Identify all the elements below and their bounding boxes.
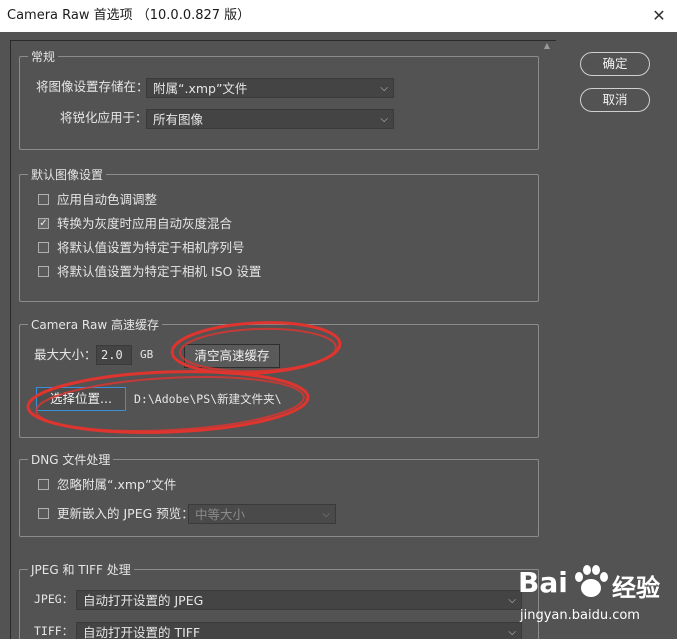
auto-grayscale-checkbox-row[interactable]: ✓ 转换为灰度时应用自动灰度混合	[38, 215, 338, 233]
watermark-url: jingyan.baidu.com	[520, 608, 640, 623]
camera-iso-checkbox-row[interactable]: 将默认值设置为特定于相机 ISO 设置	[38, 263, 338, 281]
purge-cache-button[interactable]: 清空高速缓存	[184, 344, 280, 368]
sharpen-select[interactable]: 所有图像 ⌵	[146, 109, 394, 129]
tiff-value: 自动打开设置的 TIFF	[83, 625, 201, 639]
update-preview-checkbox-row[interactable]: 更新嵌入的 JPEG 预览：	[38, 505, 198, 523]
camera-raw-cache-legend: Camera Raw 高速缓存	[28, 317, 162, 333]
jpeg-tiff-group: JPEG 和 TIFF 处理 JPEG： 自动打开设置的 JPEG ⌵ TIFF…	[19, 562, 539, 639]
jpeg-select[interactable]: 自动打开设置的 JPEG ⌵	[76, 590, 522, 610]
watermark-brand: Bai	[518, 566, 568, 599]
window-title: Camera Raw 首选项 （10.0.0.827 版）	[7, 8, 251, 23]
preview-size-select[interactable]: 中等大小 ⌵	[188, 504, 336, 524]
camera-serial-checkbox[interactable]	[38, 242, 49, 253]
general-legend: 常规	[28, 49, 59, 65]
auto-tone-checkbox-row[interactable]: 应用自动色调调整	[38, 191, 338, 209]
chevron-down-icon: ⌵	[380, 83, 388, 94]
watermark-brand-cn: 经验	[612, 574, 660, 602]
ignore-xmp-checkbox-row[interactable]: 忽略附属“.xmp”文件	[38, 476, 338, 494]
chevron-down-icon: ⌵	[322, 509, 330, 520]
update-preview-label: 更新嵌入的 JPEG 预览：	[57, 506, 194, 521]
auto-tone-checkbox[interactable]	[38, 194, 49, 205]
sharpen-value: 所有图像	[153, 112, 204, 127]
save-settings-label: 将图像设置存储在：	[36, 79, 149, 94]
ok-button[interactable]: 确定	[580, 52, 650, 76]
max-size-label: 最大大小：	[34, 347, 97, 362]
scroll-up-arrow-icon[interactable]: ▲	[540, 40, 554, 52]
general-group: 常规 将图像设置存储在： 附属“.xmp”文件 ⌵ 将锐化应用于： 所有图像 ⌵	[19, 49, 539, 150]
auto-grayscale-checkbox[interactable]: ✓	[38, 218, 49, 229]
update-preview-checkbox[interactable]	[38, 508, 49, 519]
close-icon[interactable]: ✕	[641, 0, 677, 32]
dng-handling-legend: DNG 文件处理	[28, 452, 114, 468]
chevron-down-icon: ⌵	[508, 627, 516, 638]
preview-size-value: 中等大小	[195, 507, 246, 522]
chevron-down-icon: ⌵	[508, 595, 516, 606]
jpeg-tiff-legend: JPEG 和 TIFF 处理	[28, 562, 134, 578]
cache-unit-label: GB	[140, 348, 154, 361]
select-location-button[interactable]: 选择位置...	[36, 387, 126, 411]
default-image-settings-group: 默认图像设置 应用自动色调调整 ✓ 转换为灰度时应用自动灰度混合 将默认值设置为…	[19, 167, 539, 302]
paw-icon	[575, 565, 608, 597]
chevron-down-icon: ⌵	[380, 114, 388, 125]
auto-grayscale-label: 转换为灰度时应用自动灰度混合	[57, 216, 233, 231]
tiff-label: TIFF：	[34, 624, 74, 638]
auto-tone-label: 应用自动色调调整	[57, 192, 158, 207]
camera-serial-label: 将默认值设置为特定于相机序列号	[57, 240, 245, 255]
cache-path-text: D:\Adobe\PS\新建文件夹\	[134, 392, 282, 406]
cancel-button[interactable]: 取消	[580, 88, 650, 112]
settings-scroll-pane[interactable]: 常规 将图像设置存储在： 附属“.xmp”文件 ⌵ 将锐化应用于： 所有图像 ⌵…	[10, 40, 556, 639]
camera-serial-checkbox-row[interactable]: 将默认值设置为特定于相机序列号	[38, 239, 338, 257]
save-settings-value: 附属“.xmp”文件	[153, 81, 248, 96]
max-size-input[interactable]: 2.0	[96, 345, 132, 365]
ignore-xmp-label: 忽略附属“.xmp”文件	[57, 477, 177, 492]
title-bar: Camera Raw 首选项 （10.0.0.827 版） ✕	[0, 0, 677, 32]
baidu-jingyan-watermark: Bai 经验 jingyan.baidu.com	[516, 562, 676, 634]
default-image-settings-legend: 默认图像设置	[28, 167, 107, 183]
ignore-xmp-checkbox[interactable]	[38, 479, 49, 490]
tiff-select[interactable]: 自动打开设置的 TIFF ⌵	[76, 622, 522, 639]
camera-iso-checkbox[interactable]	[38, 266, 49, 277]
jpeg-label: JPEG：	[34, 592, 74, 606]
sharpen-label: 将锐化应用于：	[60, 110, 148, 125]
camera-iso-label: 将默认值设置为特定于相机 ISO 设置	[57, 264, 262, 279]
dng-handling-group: DNG 文件处理 忽略附属“.xmp”文件 更新嵌入的 JPEG 预览： 中等大…	[19, 452, 539, 537]
camera-raw-cache-group: Camera Raw 高速缓存 最大大小： 2.0 GB 清空高速缓存 选择位置…	[19, 317, 539, 438]
jpeg-value: 自动打开设置的 JPEG	[83, 593, 204, 608]
save-settings-select[interactable]: 附属“.xmp”文件 ⌵	[146, 78, 394, 98]
